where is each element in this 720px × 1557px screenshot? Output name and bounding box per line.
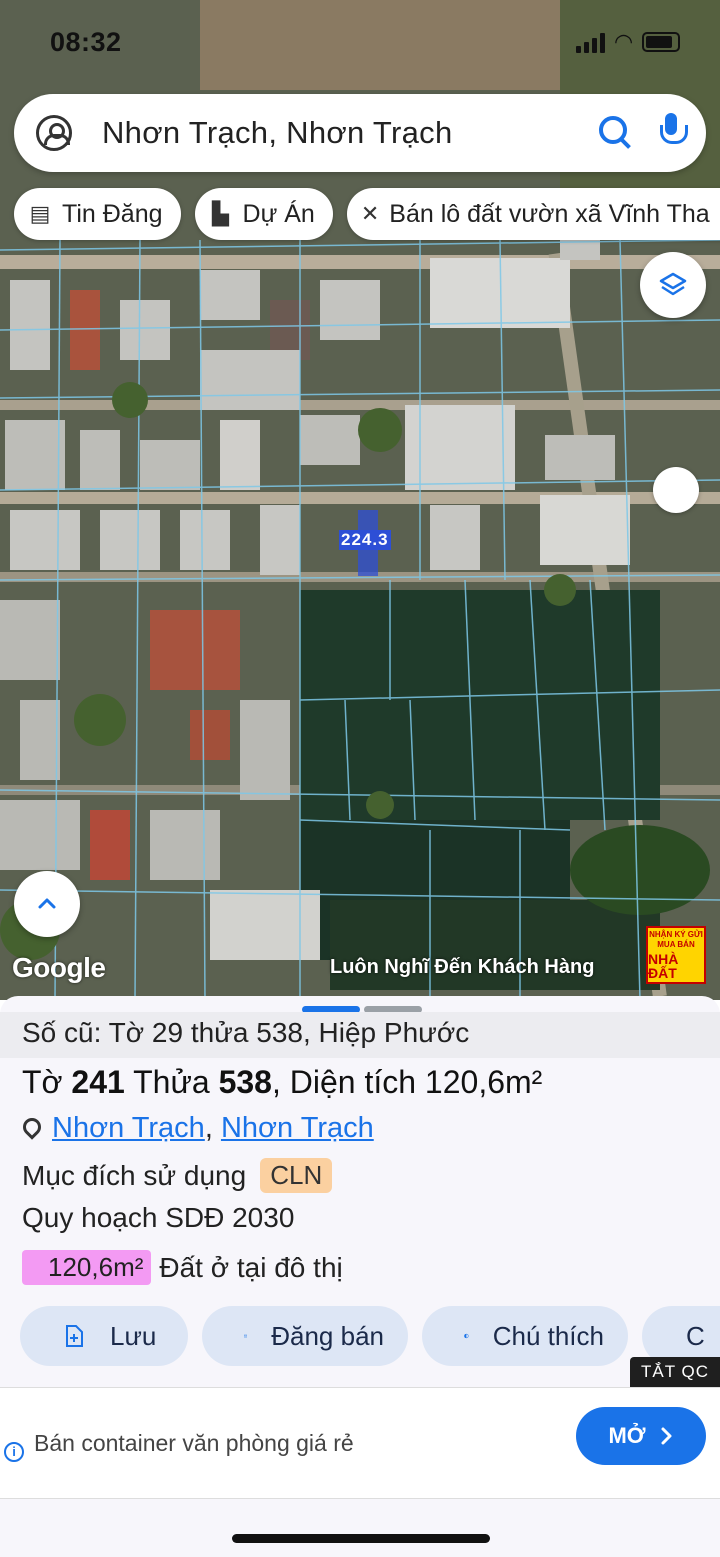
save-icon bbox=[66, 1325, 83, 1347]
legend-button[interactable]: Chú thích bbox=[422, 1306, 628, 1366]
calendar-icon bbox=[244, 1334, 248, 1338]
zone-area-badge: 120,6m² bbox=[22, 1250, 152, 1285]
watermark-text: Luôn Nghĩ Đến Khách Hàng bbox=[330, 956, 595, 978]
tools-icon: ✕ bbox=[360, 201, 380, 226]
parcel-label-text: 224.3 bbox=[341, 530, 389, 549]
area-prefix: , Diện tích bbox=[271, 1064, 417, 1100]
zoning-row: 120,6m² Đất ở tại đô thị bbox=[22, 1250, 343, 1285]
google-logo: Google bbox=[12, 952, 106, 983]
camera-label: C bbox=[686, 1320, 705, 1351]
sheet-prefix: Tờ bbox=[22, 1064, 63, 1100]
watermark-logo: NHẬN KÝ GỬI MUA BÁN NHÀ ĐẤT bbox=[646, 926, 706, 984]
wifi-icon: ◠ bbox=[615, 29, 632, 54]
parcel-area: 120,6m² bbox=[424, 1064, 543, 1100]
watermark-logo-line2: MUA BÁN bbox=[657, 939, 695, 949]
parcel-label[interactable]: 224.3 bbox=[339, 530, 391, 550]
old-parcel-info: Số cũ: Tờ 29 thửa 538, Hiệp Phước bbox=[0, 1012, 720, 1058]
chip-label: Tin Đăng bbox=[62, 199, 163, 228]
home-indicator[interactable] bbox=[232, 1534, 490, 1543]
save-label: Lưu bbox=[110, 1320, 157, 1351]
status-indicators: ◠ bbox=[576, 29, 680, 55]
status-time: 08:32 bbox=[50, 26, 122, 57]
microphone-icon[interactable] bbox=[658, 113, 688, 153]
expand-up-button[interactable] bbox=[14, 871, 80, 937]
close-ad-button[interactable]: TẮT QC bbox=[630, 1357, 720, 1387]
ad-open-label: MỞ bbox=[608, 1423, 646, 1448]
chip-tin-dang[interactable]: ▤ Tin Đăng bbox=[14, 188, 181, 240]
purpose-badge: CLN bbox=[260, 1158, 333, 1193]
account-icon[interactable] bbox=[36, 115, 72, 151]
layers-icon bbox=[659, 272, 687, 296]
commune-link[interactable]: Nhơn Trạch bbox=[221, 1112, 374, 1145]
search-query[interactable]: Nhơn Trạch, Nhơn Trạch bbox=[102, 115, 596, 151]
save-button[interactable]: Lưu bbox=[20, 1306, 188, 1366]
chip-du-an[interactable]: ▙ Dự Án bbox=[194, 188, 333, 240]
ad-banner[interactable]: i Bán container văn phòng giá rẻ MỞ bbox=[0, 1387, 720, 1499]
chevron-up-icon bbox=[38, 898, 56, 909]
watermark-logo-line3: NHÀ ĐẤT bbox=[648, 950, 679, 981]
ad-text: Bán container văn phòng giá rẻ bbox=[34, 1430, 354, 1456]
ad-info-icon[interactable]: i bbox=[4, 1442, 24, 1462]
ad-open-button[interactable]: MỞ bbox=[576, 1407, 706, 1465]
zoning-plan: Quy hoạch SDĐ 2030 bbox=[22, 1202, 295, 1233]
filter-chips: ▤ Tin Đăng ▙ Dự Án ✕ Bán lô đất vườn xã … bbox=[14, 188, 720, 240]
sheet-number: 241 bbox=[71, 1064, 125, 1100]
watermark-logo-line1: NHẬN KÝ GỬI bbox=[649, 929, 703, 939]
building-icon: ▙ bbox=[212, 201, 229, 226]
search-bar[interactable]: Nhơn Trạch, Nhơn Trạch bbox=[14, 94, 706, 172]
layers-button[interactable] bbox=[640, 252, 706, 318]
plot-prefix: Thửa bbox=[133, 1064, 210, 1100]
chip-ban-lo-dat[interactable]: ✕ Bán lô đất vườn xã Vĩnh Tha bbox=[346, 188, 720, 240]
signal-icon bbox=[576, 31, 606, 53]
status-bar: 08:32 ◠ bbox=[50, 22, 680, 62]
location-pin-icon bbox=[22, 1118, 40, 1140]
zone-description: Đất ở tại đô thị bbox=[159, 1251, 343, 1283]
search-icon[interactable] bbox=[596, 113, 636, 153]
map-view[interactable]: 08:32 ◠ Nhơn Trạch, Nhơn Trạch ▤ Tin Đăn… bbox=[0, 0, 720, 1000]
district-link[interactable]: Nhơn Trạch bbox=[52, 1112, 205, 1145]
purpose-label: Mục đích sử dụng bbox=[22, 1159, 247, 1191]
parcel-location: Nhơn Trạch, Nhơn Trạch bbox=[22, 1112, 374, 1145]
action-buttons: Lưu Đăng bán Chú thích C bbox=[20, 1306, 720, 1366]
land-use-purpose: Mục đích sử dụng CLN bbox=[22, 1158, 333, 1193]
chevron-right-icon bbox=[661, 1427, 672, 1445]
location-separator: , bbox=[204, 1112, 213, 1144]
legend-label: Chú thích bbox=[492, 1320, 604, 1351]
listing-icon: ▤ bbox=[29, 201, 51, 226]
battery-icon bbox=[642, 32, 680, 52]
plot-number: 538 bbox=[218, 1064, 272, 1100]
map-scroll-handle[interactable] bbox=[653, 467, 699, 513]
post-label: Đăng bán bbox=[271, 1320, 384, 1351]
contrast-icon bbox=[464, 1333, 469, 1339]
chip-label: Dự Án bbox=[242, 199, 315, 228]
parcel-title: Tờ 241 Thửa 538, Diện tích 120,6m² bbox=[22, 1064, 542, 1101]
chip-label: Bán lô đất vườn xã Vĩnh Tha bbox=[389, 199, 710, 228]
parcel-info-sheet: Số cũ: Tờ 29 thửa 538, Hiệp Phước Tờ 241… bbox=[0, 996, 720, 1557]
post-for-sale-button[interactable]: Đăng bán bbox=[202, 1306, 408, 1366]
